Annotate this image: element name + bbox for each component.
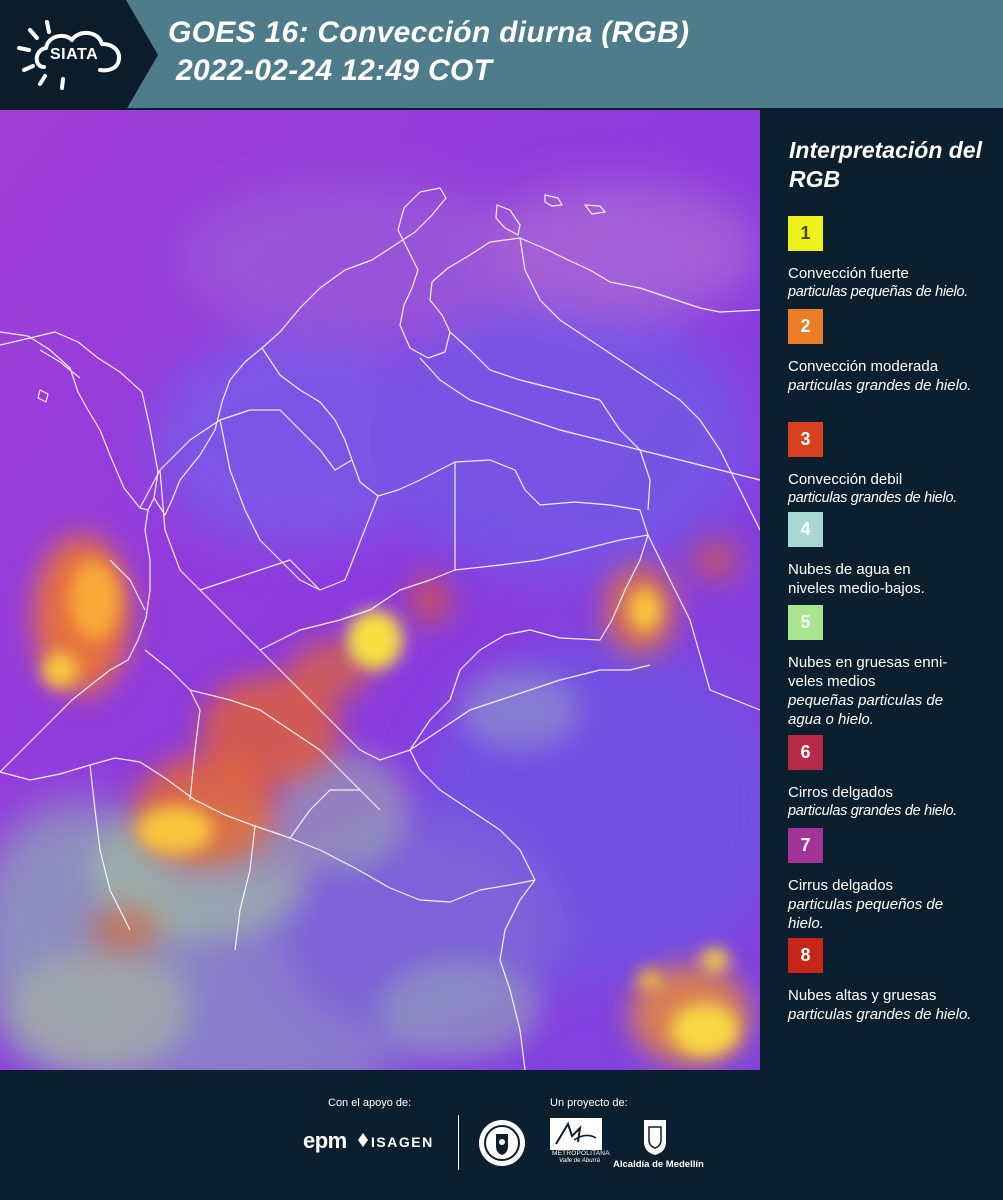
legend-swatch-6: 6 [788, 735, 823, 770]
area-metropolitana-label: METROPOLITANA [552, 1150, 610, 1157]
legend-item-description: particulas grandes de hielo. [788, 1006, 972, 1023]
legend-item-1: 1 Convección fuerte particulas pequeñas … [788, 216, 998, 302]
legend-item-name: Convección fuerte [788, 265, 909, 282]
legend-item-8: 8 Nubes altas y gruesas particulas grand… [788, 938, 998, 1024]
legend-item-7: 7 Cirrus delgados particulas pequeños de… [788, 828, 998, 933]
page-timestamp: 2022-02-24 12:49 COT [176, 54, 493, 87]
project-label: Un proyecto de: [550, 1097, 628, 1109]
legend-item-description: particulas grandes de hielo. [788, 377, 972, 394]
support-label: Con el apoyo de: [328, 1097, 412, 1109]
legend-item-description: pequeñas particulas de agua o hielo. [788, 692, 944, 728]
legend-item-name: Convección debil [788, 471, 903, 488]
footer: Con el apoyo de: Un proyecto de: epm ISA… [0, 1070, 1003, 1200]
page-title: GOES 16: Convección diurna (RGB) [168, 16, 690, 49]
legend-item-description: particulas grandes de hielo. [788, 803, 957, 819]
legend-item-description: particulas pequeños de hielo. [788, 896, 944, 932]
header: SIATA GOES 16: Convección diurna (RGB) 2… [0, 0, 1003, 110]
area-metropolitana-sub: Valle de Aburrá [559, 1158, 600, 1164]
legend-item-6: 6 Cirros delgados particulas grandes de … [788, 735, 998, 821]
siata-logo: SIATA [0, 0, 158, 110]
legend-item-4: 4 Nubes de agua en niveles medio-bajos. [788, 512, 998, 598]
legend-panel: Interpretación del RGB 1 Convección fuer… [760, 110, 1003, 1070]
epm-logo: epm [303, 1128, 347, 1153]
university-seal-icon [479, 1120, 525, 1166]
legend-item-name: Nubes altas y gruesas [788, 987, 937, 1004]
legend-item-5: 5 Nubes en gruesas enni-veles medios peq… [788, 605, 998, 729]
legend-swatch-8: 8 [788, 938, 823, 973]
satellite-map[interactable] [0, 110, 760, 1070]
legend-item-name: Convección moderada [788, 358, 939, 375]
legend-swatch-1: 1 [788, 216, 823, 251]
legend-item-3: 3 Convección debil particulas grandes de… [788, 422, 998, 508]
alcaldia-label: Alcaldía de Medellín [613, 1159, 704, 1170]
legend-title: Interpretación del RGB [789, 137, 982, 192]
legend-item-name: Cirrus delgados [788, 877, 894, 894]
isagen-logo: ISAGEN [371, 1134, 434, 1150]
alcaldia-shield-icon [644, 1120, 666, 1155]
isagen-mark-icon [358, 1133, 368, 1147]
satellite-image [0, 110, 760, 1070]
siata-logo-text: SIATA [50, 46, 99, 63]
legend-swatch-3: 3 [788, 422, 823, 457]
legend-item-description: particulas pequeñas de hielo. [788, 284, 968, 300]
legend-swatch-2: 2 [788, 309, 823, 344]
legend-item-name: Nubes de agua en niveles medio-bajos. [788, 561, 925, 597]
legend-item-name: Cirros delgados [788, 784, 894, 801]
legend-swatch-4: 4 [788, 512, 823, 547]
legend-swatch-5: 5 [788, 605, 823, 640]
footer-divider [458, 1115, 459, 1170]
legend-swatch-7: 7 [788, 828, 823, 863]
legend-item-2: 2 Convección moderada particulas grandes… [788, 309, 998, 395]
legend-item-name: Nubes en gruesas enni-veles medios [788, 654, 948, 690]
area-metropolitana-logo [550, 1118, 602, 1150]
legend-item-description: particulas grandes de hielo. [788, 490, 957, 506]
